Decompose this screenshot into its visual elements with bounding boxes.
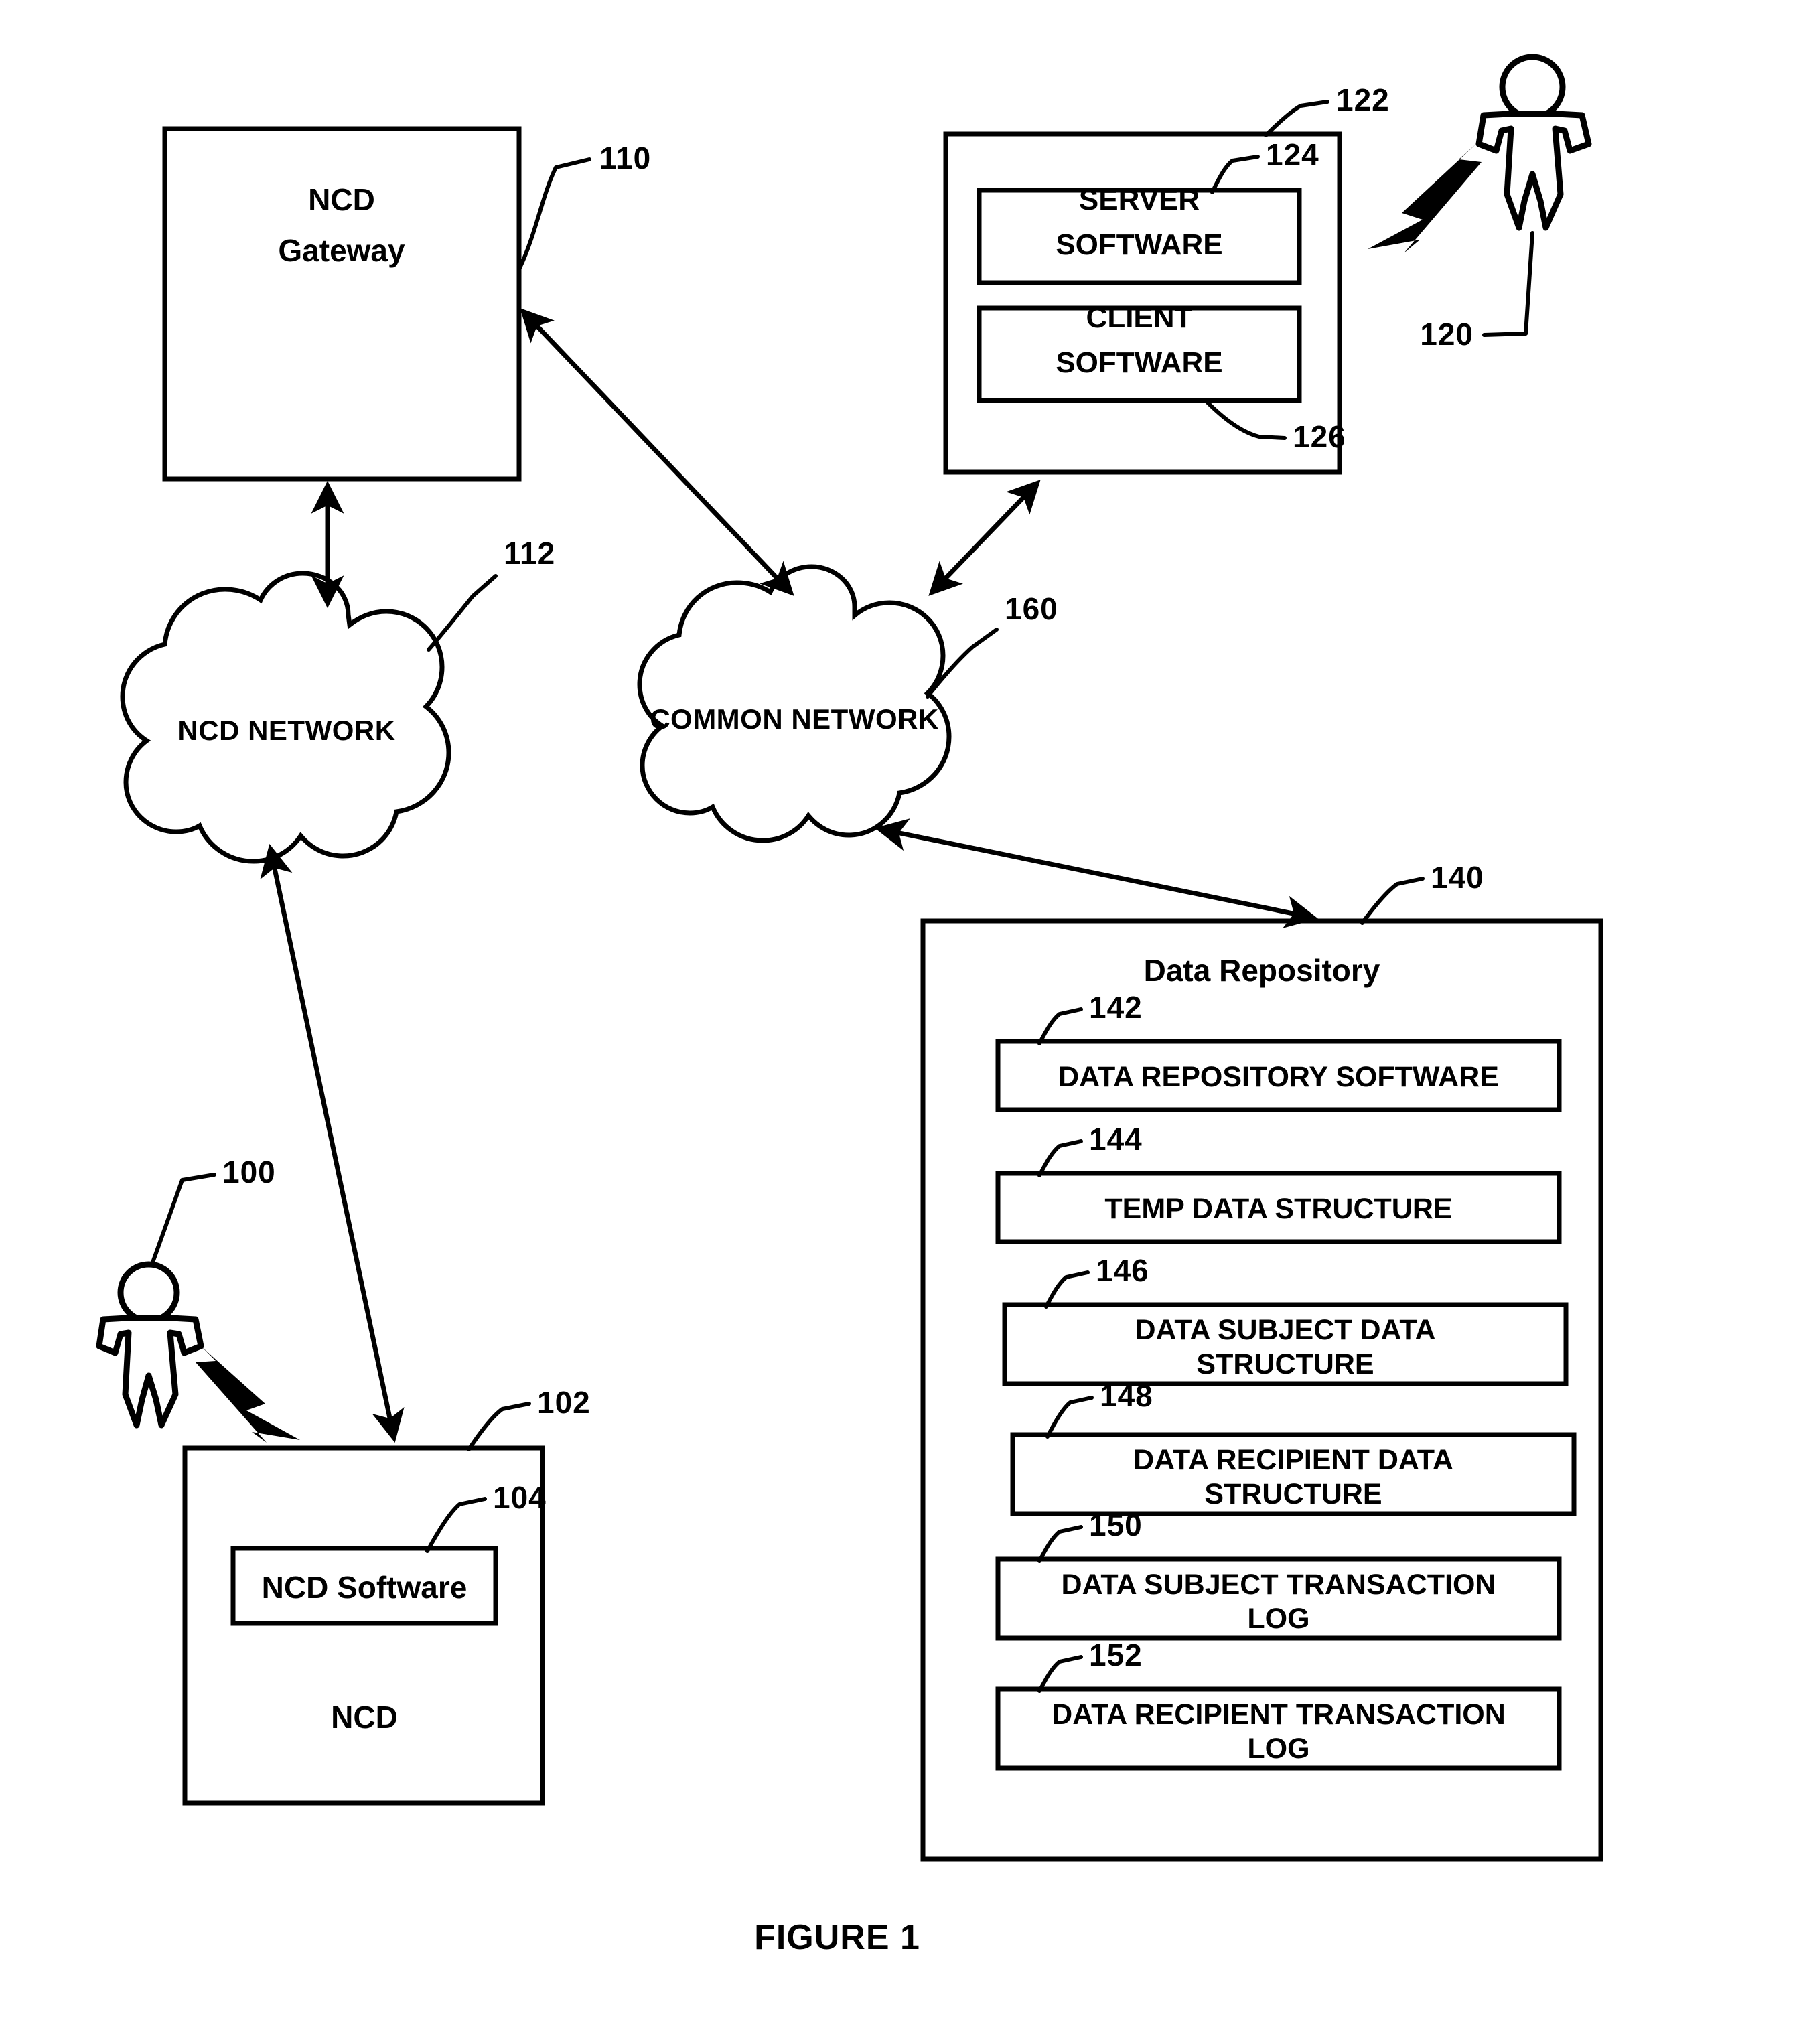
ncd-network-node[interactable]: NCD NETWORK 112 — [120, 536, 555, 864]
figure-caption: FIGURE 1 — [754, 1918, 920, 1957]
figure-1-diagram: NCD Gateway 110 SERVER SOFTWARE CLIENT S… — [96, 54, 1603, 1957]
repo-item-ref-number: 146 — [1096, 1253, 1149, 1288]
data-subject-ref-leader — [151, 1173, 216, 1264]
arrow-ncd-network-to-ncd — [260, 844, 405, 1443]
ncd-gateway-label-line1: NCD — [308, 182, 375, 217]
repo-item-label-line1: TEMP DATA STRUCTURE — [1104, 1193, 1452, 1225]
arrow-server-host-to-common-network — [928, 480, 1041, 596]
ncd-software-ref-number: 104 — [493, 1480, 547, 1515]
repo-item-label-line2: LOG — [1247, 1603, 1309, 1635]
ncd-ref-number: 102 — [537, 1385, 591, 1420]
ncd-network-ref-number: 112 — [504, 536, 555, 571]
ncd-network-label: NCD NETWORK — [177, 715, 395, 746]
person-head-icon — [1499, 54, 1566, 121]
repo-item-label-line1: DATA RECIPIENT DATA — [1133, 1444, 1453, 1476]
ncd-software-label: NCD Software — [262, 1570, 467, 1605]
data-repository-node[interactable]: Data Repository 140 DATA REPOSITORY SOFT… — [920, 860, 1603, 1862]
ncd-network-ref-leader — [427, 574, 498, 652]
ncd-label: NCD — [331, 1700, 398, 1735]
ncd-node[interactable]: NCD Software NCD 102 104 — [182, 1385, 591, 1806]
data-subject-ref-number: 100 — [222, 1155, 276, 1189]
repo-item-label-line1: DATA RECIPIENT TRANSACTION — [1052, 1698, 1506, 1731]
wireless-bolt-icon — [1368, 144, 1482, 253]
patent-figure-page: NCD Gateway 110 SERVER SOFTWARE CLIENT S… — [0, 0, 1803, 2044]
data-recipient-ref-number: 120 — [1420, 317, 1473, 352]
common-network-ref-number: 160 — [1005, 591, 1058, 626]
ncd-gateway-ref-leader — [518, 157, 591, 270]
subject-person-body-icon — [96, 1315, 204, 1429]
ncd-gateway-node[interactable]: NCD Gateway 110 — [162, 126, 651, 482]
data-recipient-person-node[interactable]: 120 — [1368, 54, 1592, 352]
repo-item-ref-number: 152 — [1089, 1637, 1143, 1672]
server-host-node[interactable]: SERVER SOFTWARE CLIENT SOFTWARE 122 124 … — [943, 82, 1390, 475]
repo-item-label-line2: STRUCTURE — [1196, 1348, 1374, 1380]
repo-item-label-line1: DATA SUBJECT TRANSACTION — [1062, 1568, 1496, 1601]
ncd-ref-leader — [467, 1402, 531, 1451]
data-subject-person-node[interactable]: 100 — [96, 1155, 300, 1443]
client-software-ref-number: 126 — [1293, 419, 1346, 454]
server-software-label-line1: SERVER — [1079, 184, 1200, 216]
repo-item-label-line2: LOG — [1247, 1733, 1309, 1765]
server-host-ref-number: 122 — [1336, 82, 1390, 117]
arrow-gateway-to-common-network — [520, 308, 794, 596]
repo-item-ref-number: 148 — [1100, 1378, 1153, 1413]
ncd-gateway-box[interactable] — [162, 126, 522, 482]
data-recipient-ref-leader — [1482, 231, 1534, 337]
subject-wireless-bolt-icon — [196, 1346, 300, 1443]
common-network-label: COMMON NETWORK — [650, 703, 939, 735]
repo-item-label-line2: STRUCTURE — [1204, 1478, 1382, 1510]
repo-item-ref-number: 150 — [1089, 1508, 1143, 1542]
repo-item-label-line1: DATA SUBJECT DATA — [1135, 1314, 1435, 1346]
repo-item-ref-number: 142 — [1089, 990, 1143, 1025]
client-software-label-line2: SOFTWARE — [1056, 346, 1222, 379]
ncd-gateway-ref-number: 110 — [599, 141, 651, 175]
common-network-node[interactable]: COMMON NETWORK 160 — [637, 564, 1058, 843]
data-repository-ref-number: 140 — [1431, 860, 1484, 895]
ncd-gateway-label-line2: Gateway — [278, 233, 405, 268]
data-repository-title: Data Repository — [1144, 953, 1380, 988]
repo-item-label-line1: DATA REPOSITORY SOFTWARE — [1058, 1061, 1499, 1093]
data-repository-ref-leader — [1360, 877, 1425, 925]
arrow-common-network-to-data-repository — [874, 818, 1319, 928]
subject-person-head-icon — [117, 1261, 180, 1324]
server-software-label-line2: SOFTWARE — [1056, 228, 1222, 261]
repo-item-ref-number: 144 — [1089, 1122, 1143, 1157]
server-host-ref-leader — [1264, 100, 1329, 137]
person-body-icon — [1475, 111, 1592, 231]
client-software-label-line1: CLIENT — [1086, 301, 1193, 334]
server-software-ref-number: 124 — [1266, 137, 1319, 172]
